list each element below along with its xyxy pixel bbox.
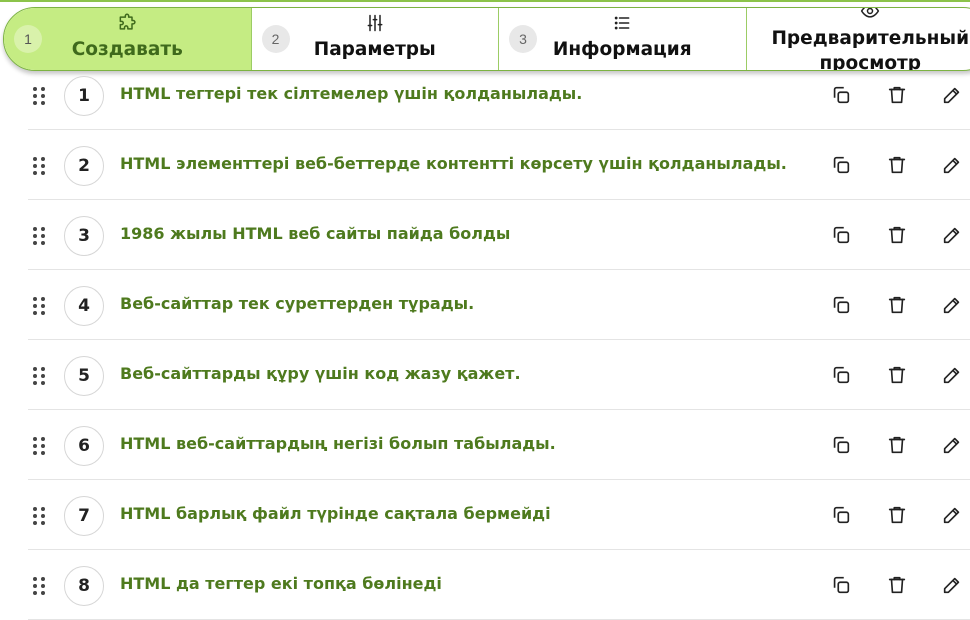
copy-icon[interactable]	[830, 504, 852, 526]
question-number: 6	[64, 426, 104, 466]
copy-icon[interactable]	[830, 294, 852, 316]
question-number: 5	[64, 356, 104, 396]
drag-handle-icon[interactable]	[32, 576, 46, 596]
step-label: Информация	[499, 39, 746, 60]
pencil-icon[interactable]	[941, 294, 963, 316]
trash-icon[interactable]	[886, 574, 908, 596]
top-accent-line	[0, 0, 970, 2]
drag-handle-icon[interactable]	[32, 86, 46, 106]
question-text: HTML да тегтер екі топқа бөлінеді	[120, 574, 442, 593]
drag-handle-icon[interactable]	[32, 226, 46, 246]
question-text: Веб-сайттарды құру үшін код жазу қажет.	[120, 364, 521, 383]
drag-handle-icon[interactable]	[32, 506, 46, 526]
eye-icon	[747, 7, 970, 21]
sliders-icon	[252, 13, 499, 33]
question-number: 1	[64, 76, 104, 116]
puzzle-icon	[4, 13, 251, 33]
list-item: 1 HTML тегтері тек сілтемелер үшін қолда…	[28, 60, 970, 130]
list-item: 6 HTML веб-сайттардың негізі болып табыл…	[28, 410, 970, 480]
list-item: 5 Веб-сайттарды құру үшін код жазу қажет…	[28, 340, 970, 410]
trash-icon[interactable]	[886, 154, 908, 176]
step-label: Создавать	[4, 39, 251, 60]
question-list: 1 HTML тегтері тек сілтемелер үшін қолда…	[28, 60, 970, 620]
pencil-icon[interactable]	[941, 434, 963, 456]
drag-handle-icon[interactable]	[32, 156, 46, 176]
pencil-icon[interactable]	[941, 224, 963, 246]
question-text: Веб-сайттар тек суреттерден тұрады.	[120, 294, 474, 313]
pencil-icon[interactable]	[941, 84, 963, 106]
trash-icon[interactable]	[886, 84, 908, 106]
trash-icon[interactable]	[886, 224, 908, 246]
copy-icon[interactable]	[830, 434, 852, 456]
trash-icon[interactable]	[886, 434, 908, 456]
pencil-icon[interactable]	[941, 364, 963, 386]
drag-handle-icon[interactable]	[32, 436, 46, 456]
pencil-icon[interactable]	[941, 154, 963, 176]
copy-icon[interactable]	[830, 154, 852, 176]
pencil-icon[interactable]	[941, 504, 963, 526]
question-text: HTML элементтері веб-беттерде контентті …	[120, 154, 787, 173]
question-text: HTML веб-сайттардың негізі болып табылад…	[120, 434, 556, 453]
copy-icon[interactable]	[830, 224, 852, 246]
copy-icon[interactable]	[830, 84, 852, 106]
list-item: 8 HTML да тегтер екі топқа бөлінеді	[28, 550, 970, 620]
trash-icon[interactable]	[886, 364, 908, 386]
drag-handle-icon[interactable]	[32, 296, 46, 316]
pencil-icon[interactable]	[941, 574, 963, 596]
drag-handle-icon[interactable]	[32, 366, 46, 386]
question-number: 7	[64, 496, 104, 536]
question-number: 8	[64, 566, 104, 606]
list-item: 2 HTML элементтері веб-беттерде контентт…	[28, 130, 970, 200]
step-label: Параметры	[252, 39, 499, 60]
copy-icon[interactable]	[830, 364, 852, 386]
list-item: 7 HTML барлық файл түрінде сақтала берме…	[28, 480, 970, 550]
trash-icon[interactable]	[886, 294, 908, 316]
copy-icon[interactable]	[830, 574, 852, 596]
question-number: 2	[64, 146, 104, 186]
trash-icon[interactable]	[886, 504, 908, 526]
list-icon	[499, 13, 746, 33]
question-text: HTML барлық файл түрінде сақтала бермейд…	[120, 504, 551, 523]
question-text: HTML тегтері тек сілтемелер үшін қолданы…	[120, 84, 582, 103]
list-item: 3 1986 жылы HTML веб сайты пайда болды	[28, 200, 970, 270]
question-number: 3	[64, 216, 104, 256]
list-item: 4 Веб-сайттар тек суреттерден тұрады.	[28, 270, 970, 340]
question-number: 4	[64, 286, 104, 326]
question-text: 1986 жылы HTML веб сайты пайда болды	[120, 224, 510, 243]
